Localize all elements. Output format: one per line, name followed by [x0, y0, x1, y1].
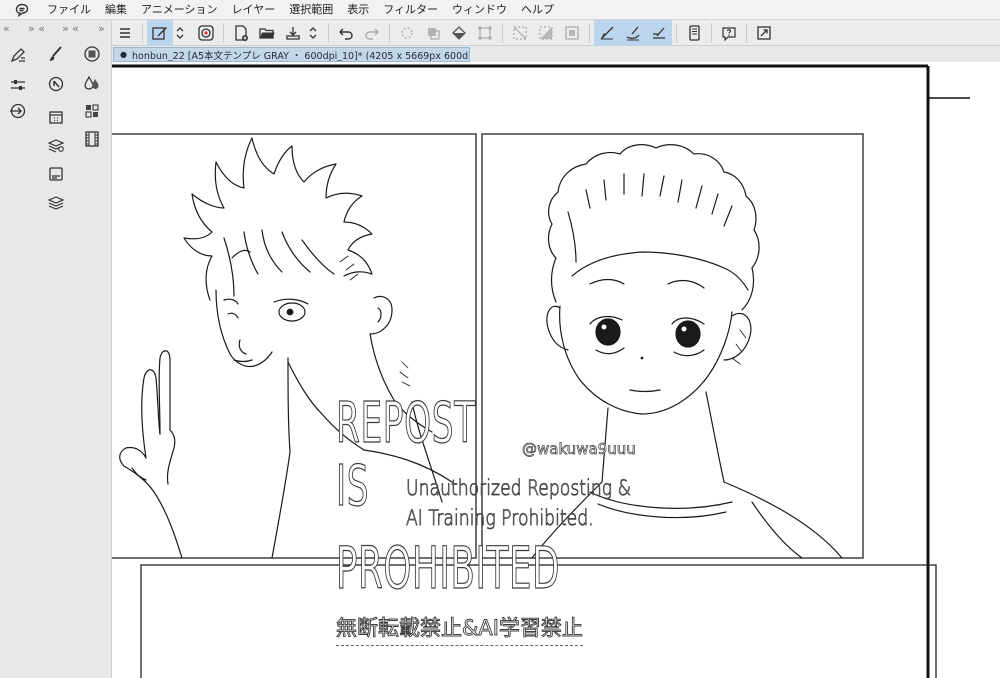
- color-drops-icon[interactable]: [81, 72, 103, 94]
- document-tab[interactable]: ● honbun_22 [A5本文テンプレ GRAY ・ 600dpi_10]*…: [113, 47, 470, 62]
- menu-edit[interactable]: 編集: [98, 0, 134, 20]
- menu-view[interactable]: 表示: [340, 0, 376, 20]
- navigator-icon[interactable]: [45, 73, 67, 95]
- brush-icon[interactable]: [45, 43, 67, 65]
- layers-icon[interactable]: [45, 191, 67, 213]
- invert-selection-icon[interactable]: [533, 20, 559, 46]
- toolbar-separator: [328, 22, 329, 43]
- clip-studio-window: ファイル 編集 アニメーション レイヤー 選択範囲 表示 フィルター ウィンドウ…: [0, 0, 1000, 678]
- deselect-icon[interactable]: [507, 20, 533, 46]
- fill-icon[interactable]: [420, 20, 446, 46]
- undo-icon[interactable]: [333, 20, 359, 46]
- manga-page-artwork: [112, 64, 970, 678]
- layer-search-icon[interactable]: [45, 134, 67, 156]
- toolbar-separator: [142, 22, 143, 43]
- film-icon[interactable]: [81, 128, 103, 150]
- clip-studio-logo-icon[interactable]: [12, 0, 32, 20]
- drawing-canvas[interactable]: REPOST @wakuwa9uuu IS Unauthorized Repos…: [112, 62, 1000, 678]
- transfer-icon[interactable]: [7, 100, 29, 122]
- canvas-edit-icon[interactable]: [147, 19, 173, 46]
- adjust-sliders-icon[interactable]: [7, 74, 29, 96]
- open-folder-icon[interactable]: [254, 20, 280, 46]
- redo-icon[interactable]: [359, 20, 385, 46]
- clip-studio-icon[interactable]: [193, 20, 219, 46]
- menu-window[interactable]: ウィンドウ: [445, 0, 514, 20]
- help-icon[interactable]: [716, 20, 742, 46]
- unsaved-dot-icon: ●: [120, 50, 127, 59]
- up-down-arrows-icon[interactable]: [306, 20, 320, 46]
- collapse-mid-button[interactable]: » «: [28, 22, 45, 35]
- new-file-icon[interactable]: [228, 20, 254, 46]
- toolbar-separator: [502, 22, 503, 43]
- toolbar-separator: [711, 22, 712, 43]
- material-icon[interactable]: [45, 106, 67, 128]
- menu-layer[interactable]: レイヤー: [225, 0, 283, 20]
- menu-bar: ファイル 編集 アニメーション レイヤー 選択範囲 表示 フィルター ウィンドウ…: [0, 0, 1000, 20]
- fullscreen-icon[interactable]: [751, 20, 777, 46]
- toolbar-separator: [676, 22, 677, 43]
- paint-bucket-icon[interactable]: [446, 20, 472, 46]
- left-palette: « » « » « »: [0, 20, 112, 678]
- command-bar: [112, 19, 1000, 46]
- clear-icon[interactable]: [394, 20, 420, 46]
- toolbar-separator: [223, 22, 224, 43]
- toolbar-separator: [746, 22, 747, 43]
- save-icon[interactable]: [280, 20, 306, 46]
- menu-animation[interactable]: アニメーション: [134, 0, 225, 20]
- collapse-mid2-button[interactable]: » «: [62, 22, 79, 35]
- layer-property-icon[interactable]: [45, 163, 67, 185]
- menu-selection[interactable]: 選択範囲: [282, 0, 340, 20]
- menu-filter[interactable]: フィルター: [376, 0, 445, 20]
- toolbar-separator: [389, 22, 390, 43]
- snap-ruler-icon[interactable]: [594, 19, 620, 46]
- document-title: honbun_22 [A5本文テンプレ GRAY ・ 600dpi_10]* (…: [131, 50, 469, 62]
- collapse-left-button[interactable]: «: [3, 22, 10, 35]
- device-icon[interactable]: [681, 20, 707, 46]
- menu-file[interactable]: ファイル: [40, 0, 98, 20]
- toolbar-separator: [589, 22, 590, 43]
- menu-help[interactable]: ヘルプ: [514, 0, 561, 20]
- collapse-right-button[interactable]: »: [98, 22, 105, 35]
- color-circle-icon[interactable]: [81, 43, 103, 65]
- snap-grid-icon[interactable]: [646, 19, 672, 46]
- transform-icon[interactable]: [472, 20, 498, 46]
- up-down-arrows-icon[interactable]: [173, 20, 187, 46]
- show-selection-icon[interactable]: [559, 20, 585, 46]
- quick-access-icon[interactable]: [81, 100, 103, 122]
- pen-tool-icon[interactable]: [7, 44, 29, 66]
- palette-collapse-bar: « » « » « »: [0, 20, 112, 38]
- menu-icon[interactable]: [112, 20, 138, 46]
- snap-special-ruler-icon[interactable]: [620, 19, 646, 46]
